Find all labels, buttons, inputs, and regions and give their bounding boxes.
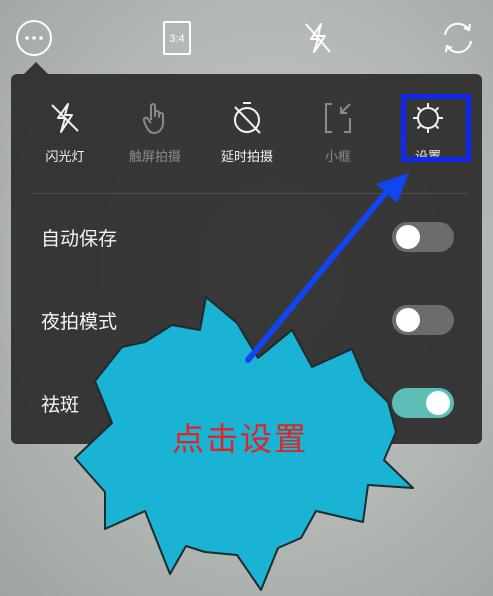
- callout-text: 点击设置: [172, 420, 309, 458]
- pointer-arrow-shaft: [245, 187, 391, 363]
- annotation-overlay: [74, 173, 414, 591]
